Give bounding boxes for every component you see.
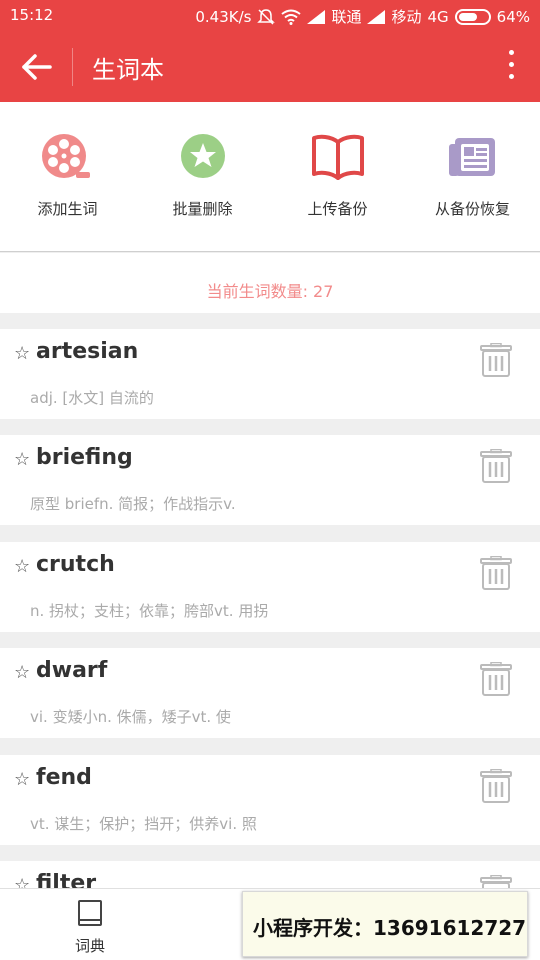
status-right: 0.43K/s 联通 移动 4G 64% bbox=[195, 6, 530, 27]
word-count-text: 当前生词数量: 27 bbox=[206, 282, 334, 301]
word-list[interactable]: ☆ artesian adj. [水文] 自流的 ☆ briefing 原型 b… bbox=[0, 313, 540, 888]
nav-dictionary[interactable]: 词典 bbox=[60, 899, 120, 956]
word-definition: 原型 briefn. 简报；作战指示v. bbox=[30, 495, 236, 513]
tool-row: 添加生词 批量删除 上传备份 从备份恢复 bbox=[0, 102, 540, 252]
add-word-button[interactable]: 添加生词 bbox=[0, 132, 135, 219]
page-title: 生词本 bbox=[92, 56, 164, 84]
word-definition: adj. [水文] 自流的 bbox=[30, 389, 154, 407]
list-item[interactable]: ☆ fend vt. 谋生；保护；挡开；供养vi. 照 bbox=[0, 755, 540, 845]
mute-bell-icon bbox=[257, 8, 276, 25]
word-definition: vi. 变矮小n. 侏儒，矮子vt. 使 bbox=[30, 708, 231, 726]
star-outline-icon[interactable]: ☆ bbox=[14, 556, 30, 577]
add-word-label: 添加生词 bbox=[37, 200, 98, 218]
star-badge-icon bbox=[180, 134, 225, 178]
status-network: 4G bbox=[427, 7, 449, 26]
word-text: fend bbox=[36, 765, 92, 790]
nav-dictionary-label: 词典 bbox=[74, 937, 105, 955]
film-reel-icon bbox=[41, 134, 90, 178]
wifi-icon bbox=[281, 9, 302, 25]
star-outline-icon[interactable]: ☆ bbox=[14, 875, 30, 888]
star-outline-icon[interactable]: ☆ bbox=[14, 343, 30, 364]
status-time: 15:12 bbox=[10, 6, 54, 24]
more-vertical-icon[interactable] bbox=[506, 50, 516, 84]
trash-icon[interactable] bbox=[480, 875, 512, 888]
status-carrier2: 移动 bbox=[391, 8, 422, 26]
ad-banner[interactable]: 小程序开发：13691612727 bbox=[242, 891, 528, 957]
trash-icon[interactable] bbox=[480, 449, 512, 483]
list-item[interactable]: ☆ crutch n. 拐杖；支柱；依靠；胯部vt. 用拐 bbox=[0, 542, 540, 632]
open-book-icon bbox=[311, 134, 364, 180]
status-bar: 15:12 0.43K/s 联通 移动 4G 64% bbox=[0, 0, 540, 32]
star-outline-icon[interactable]: ☆ bbox=[14, 449, 30, 470]
star-outline-icon[interactable]: ☆ bbox=[14, 769, 30, 790]
restore-backup-label: 从备份恢复 bbox=[434, 200, 510, 218]
appbar-divider bbox=[72, 48, 73, 86]
list-item[interactable]: ☆ briefing 原型 briefn. 简报；作战指示v. bbox=[0, 435, 540, 525]
newspaper-icon bbox=[448, 138, 495, 176]
arrow-left-icon[interactable] bbox=[20, 52, 54, 82]
list-item[interactable]: ☆ filter bbox=[0, 861, 540, 888]
word-count-bar: 当前生词数量: 27 bbox=[0, 253, 540, 313]
batch-delete-button[interactable]: 批量删除 bbox=[135, 132, 270, 219]
word-text: briefing bbox=[36, 445, 133, 470]
trash-icon[interactable] bbox=[480, 662, 512, 696]
battery-fill bbox=[458, 12, 477, 21]
restore-backup-button[interactable]: 从备份恢复 bbox=[405, 132, 540, 219]
trash-icon[interactable] bbox=[480, 769, 512, 803]
status-carrier1: 联通 bbox=[331, 8, 362, 26]
ad-text: 小程序开发：13691612727 bbox=[253, 916, 527, 940]
bottom-nav: 词典 小程序开发：13691612727 bbox=[0, 888, 540, 960]
signal-icon bbox=[307, 9, 326, 24]
signal-icon bbox=[367, 9, 386, 24]
batch-delete-label: 批量删除 bbox=[172, 200, 233, 218]
word-text: artesian bbox=[36, 339, 139, 364]
battery-icon bbox=[454, 8, 491, 25]
list-item[interactable]: ☆ dwarf vi. 变矮小n. 侏儒，矮子vt. 使 bbox=[0, 648, 540, 738]
word-text: dwarf bbox=[36, 658, 108, 683]
app-bar: 生词本 bbox=[0, 32, 540, 102]
status-battery: 64% bbox=[496, 7, 530, 26]
upload-backup-label: 上传备份 bbox=[307, 200, 368, 218]
trash-icon[interactable] bbox=[480, 556, 512, 590]
word-definition: vt. 谋生；保护；挡开；供养vi. 照 bbox=[30, 815, 257, 833]
word-text: filter bbox=[36, 871, 97, 888]
list-item[interactable]: ☆ artesian adj. [水文] 自流的 bbox=[0, 329, 540, 419]
word-text: crutch bbox=[36, 552, 115, 577]
status-speed: 0.43K/s bbox=[195, 7, 252, 26]
star-outline-icon[interactable]: ☆ bbox=[14, 662, 30, 683]
word-definition: n. 拐杖；支柱；依靠；胯部vt. 用拐 bbox=[30, 602, 269, 620]
upload-backup-button[interactable]: 上传备份 bbox=[270, 132, 405, 219]
book-icon bbox=[78, 900, 102, 926]
trash-icon[interactable] bbox=[480, 343, 512, 377]
